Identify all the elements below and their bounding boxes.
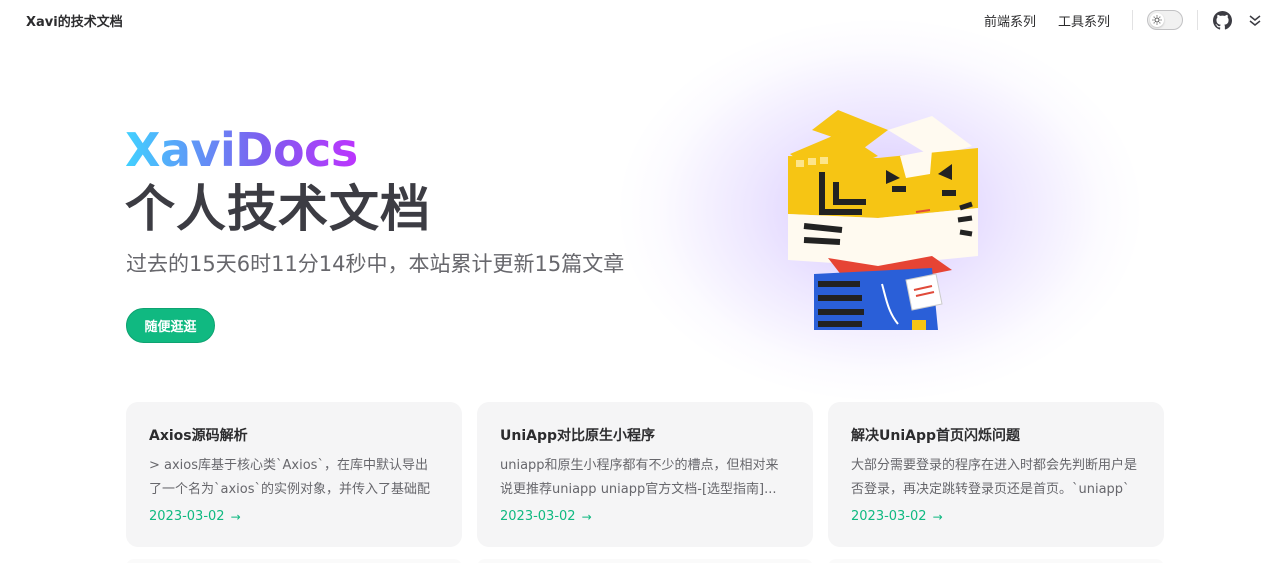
feature-date-link[interactable]: 2023-03-02 → bbox=[149, 506, 440, 528]
features-grid: Axios源码解析 > axios库基于核心类`Axios`，在库中默认导出了一… bbox=[126, 402, 1164, 547]
feature-description: 大部分需要登录的程序在进入时都会先判断用户是否登录，再决定跳转登录页还是首页。`… bbox=[851, 458, 1138, 497]
feature-date: 2023-03-02 bbox=[149, 509, 225, 524]
feature-card[interactable]: UniApp对比原生小程序 uniapp和原生小程序都有不少的槽点，但相对来说更… bbox=[477, 402, 813, 547]
nav-divider bbox=[1197, 10, 1198, 30]
next-feature-row bbox=[126, 559, 1164, 563]
feature-title: UniApp对比原生小程序 bbox=[500, 428, 656, 444]
arrow-right-icon: → bbox=[581, 510, 592, 524]
feature-description: uniapp和原生小程序都有不少的槽点，但相对来说更推荐uniapp uniap… bbox=[500, 458, 779, 497]
feature-card-partial bbox=[126, 559, 462, 563]
chevron-double-down-icon[interactable] bbox=[1246, 11, 1264, 29]
feature-card-partial bbox=[477, 559, 813, 563]
arrow-right-icon: → bbox=[230, 510, 241, 524]
nav-right: 前端系列 工具系列 bbox=[984, 0, 1286, 40]
feature-date-link[interactable]: 2023-03-02 → bbox=[851, 506, 1142, 528]
page: Xavi的技术文档 前端系列 工具系列 XaviDocs 个人技术文档 过去的1… bbox=[0, 0, 1286, 563]
feature-card[interactable]: Axios源码解析 > axios库基于核心类`Axios`，在库中默认导出了一… bbox=[126, 402, 462, 547]
feature-date: 2023-03-02 bbox=[500, 509, 576, 524]
feature-card[interactable]: 解决UniApp首页闪烁问题 大部分需要登录的程序在进入时都会先判断用户是否登录… bbox=[828, 402, 1164, 547]
feature-title: Axios源码解析 bbox=[149, 428, 248, 444]
nav-link-tools[interactable]: 工具系列 bbox=[1058, 11, 1110, 30]
theme-toggle[interactable] bbox=[1147, 10, 1183, 30]
nav-link-frontend[interactable]: 前端系列 bbox=[984, 11, 1036, 30]
top-nav: Xavi的技术文档 前端系列 工具系列 bbox=[0, 0, 1286, 40]
hero-title: 个人技术文档 bbox=[125, 180, 431, 238]
hero-action-button[interactable]: 随便逛逛 bbox=[126, 308, 215, 343]
hero-tagline: 过去的15天6时11分14秒中，本站累计更新15篇文章 bbox=[126, 252, 625, 276]
hero-name: XaviDocs bbox=[125, 123, 358, 177]
sun-icon bbox=[1150, 13, 1164, 27]
nav-divider bbox=[1132, 10, 1133, 30]
feature-description: > axios库基于核心类`Axios`，在库中默认导出了一个名为`axios`… bbox=[149, 458, 430, 497]
feature-card-partial bbox=[828, 559, 1164, 563]
feature-title: 解决UniApp首页闪烁问题 bbox=[851, 428, 1021, 444]
feature-date: 2023-03-02 bbox=[851, 509, 927, 524]
feature-date-link[interactable]: 2023-03-02 → bbox=[500, 506, 791, 528]
github-icon[interactable] bbox=[1212, 10, 1232, 30]
mascot-image bbox=[788, 110, 978, 330]
arrow-right-icon: → bbox=[932, 510, 943, 524]
site-brand[interactable]: Xavi的技术文档 bbox=[26, 11, 123, 30]
